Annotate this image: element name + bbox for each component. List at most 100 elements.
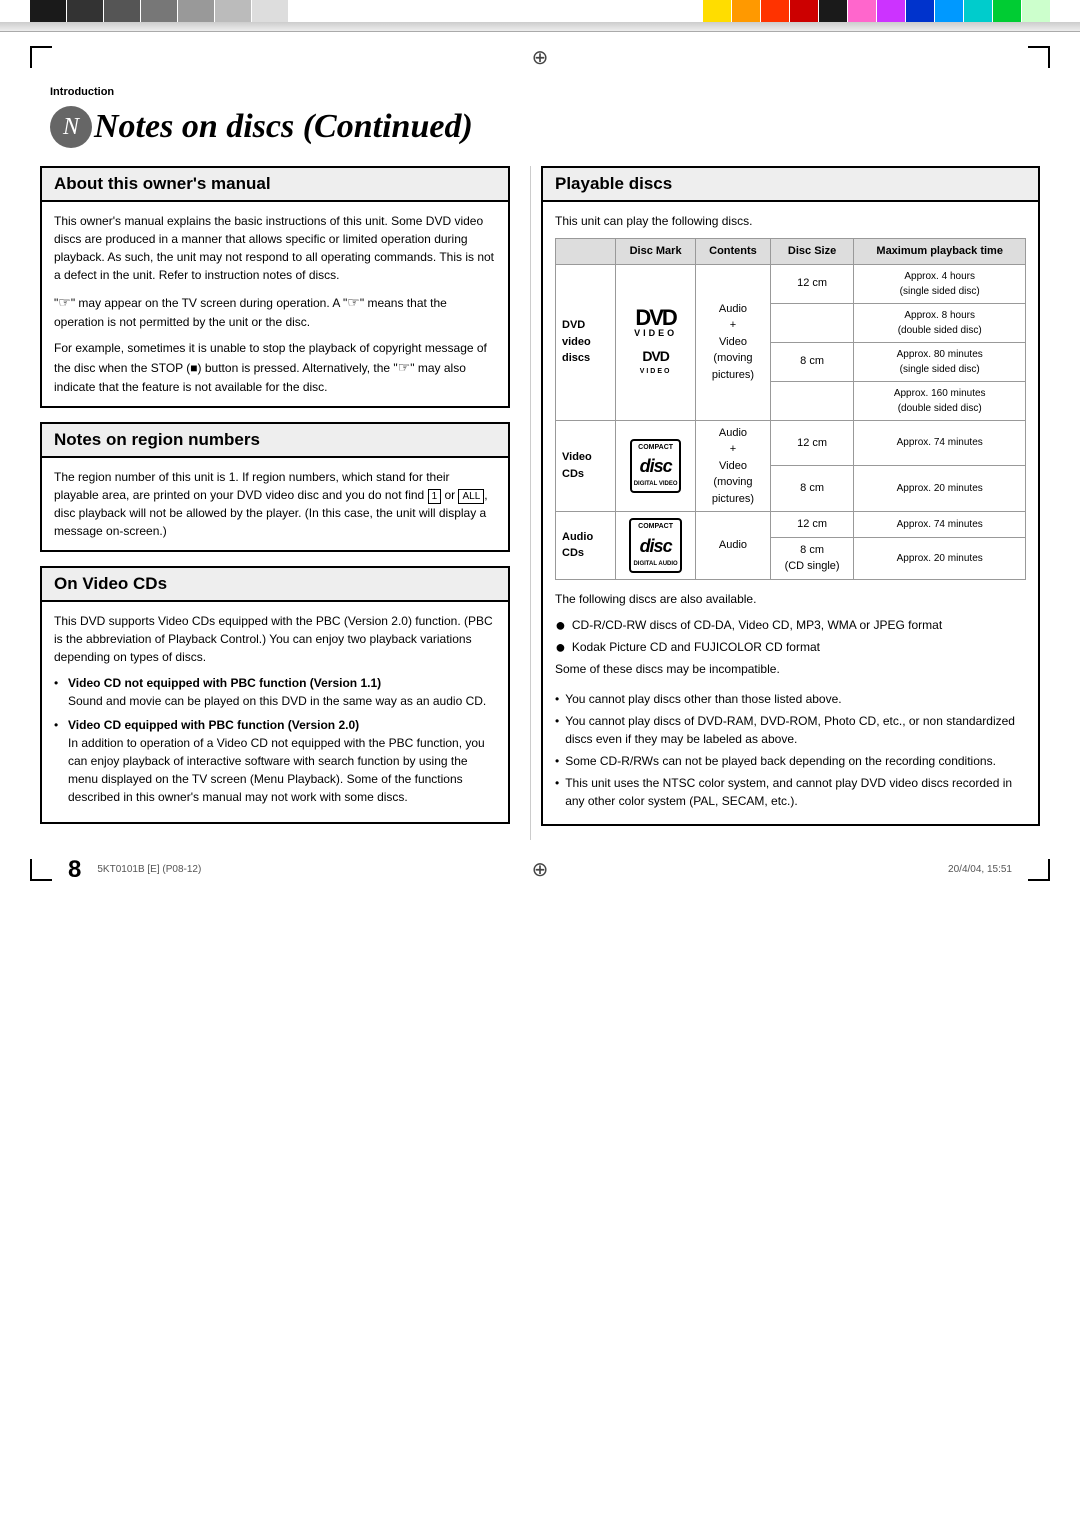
top-left-corner [30, 46, 52, 68]
following-discs-header: The following discs are also available. [555, 590, 1026, 608]
following-disc-1-text: CD-R/CD-RW discs of CD-DA, Video CD, MP3… [572, 616, 942, 634]
dvd-logo-small: DVD VIDEO [622, 346, 689, 378]
vcd-logo: COMPACT disc DIGITAL VIDEO [630, 439, 682, 494]
compact-text-a: COMPACT [633, 522, 677, 533]
about-para3: For example, sometimes it is unable to s… [54, 339, 496, 396]
following-disc-1: ● CD-R/CD-RW discs of CD-DA, Video CD, M… [555, 616, 1026, 634]
on-video-cds-section: On Video CDs This DVD supports Video CDs… [40, 566, 510, 824]
dvd-8cm-size: 8 cm [770, 342, 854, 381]
bottom-right-corner [1028, 859, 1050, 881]
left-column: About this owner's manual This owner's m… [40, 166, 530, 840]
following-discs: The following discs are also available. … [555, 590, 1026, 678]
dvd-mark: DVD VIDEO DVD VIDEO [616, 264, 696, 420]
color-block-r11 [993, 0, 1021, 22]
note-4: • This unit uses the NTSC color system, … [555, 774, 1026, 810]
region-numbers-content: The region number of this unit is 1. If … [42, 458, 508, 550]
pbc-v1-text: Sound and movie can be played on this DV… [68, 694, 486, 708]
note-2: • You cannot play discs of DVD-RAM, DVD-… [555, 712, 1026, 748]
th-contents: Contents [696, 239, 771, 265]
right-column: Playable discs This unit can play the fo… [530, 166, 1040, 840]
bottom-right: 20/4/04, 15:51 [948, 859, 1050, 881]
section-label: Introduction [0, 82, 1080, 98]
th-empty [556, 239, 616, 265]
about-manual-section: About this owner's manual This owner's m… [40, 166, 510, 408]
vcd-12cm-time: Approx. 74 minutes [854, 420, 1026, 466]
note-bullet-3: • [555, 752, 559, 770]
note-bullet-1: • [555, 690, 559, 708]
vcd-label: VideoCDs [556, 420, 616, 512]
color-block-r12 [1022, 0, 1050, 22]
color-block-1 [30, 0, 66, 22]
acd-12cm-size: 12 cm [770, 512, 854, 538]
acd-row-12cm: AudioCDs COMPACT disc DIGITAL AUDIO Audi… [556, 512, 1026, 538]
dvd-12cm-time2: Approx. 8 hours(double sided disc) [854, 303, 1026, 342]
about-para1: This owner's manual explains the basic i… [54, 212, 496, 284]
vcd-contents: Audio+Video(movingpictures) [696, 420, 771, 512]
color-block-4 [141, 0, 177, 22]
playable-intro: This unit can play the following discs. [555, 212, 1026, 230]
gradient-bar [0, 22, 1080, 32]
title-bubble: N [50, 106, 92, 148]
digital-video-text: DIGITAL VIDEO [634, 480, 678, 489]
bottom-frame: 8 5KT0101B [E] (P08-12) ⊕ 20/4/04, 15:51 [0, 840, 1080, 900]
th-disc-size: Disc Size [770, 239, 854, 265]
following-disc-2-text: Kodak Picture CD and FUJICOLOR CD format [572, 638, 820, 656]
video-cds-intro: This DVD supports Video CDs equipped wit… [54, 612, 496, 666]
dvd-12cm-size2 [770, 303, 854, 342]
color-block-r2 [732, 0, 760, 22]
acd-label: AudioCDs [556, 512, 616, 580]
dvd-row-12cm: DVDvideodiscs DVD VIDEO DVD VIDEO [556, 264, 1026, 303]
top-crosshair: ⊕ [532, 45, 549, 70]
dvd-12cm-time1: Approx. 4 hours(single sided disc) [854, 264, 1026, 303]
on-video-cds-content: This DVD supports Video CDs equipped wit… [42, 602, 508, 822]
page-title: Notes on discs (Continued) [94, 108, 473, 146]
pbc-v1-item: Video CD not equipped with PBC function … [54, 674, 496, 710]
page-title-area: N Notes on discs (Continued) [0, 98, 1080, 166]
color-block-r4 [790, 0, 818, 22]
disc-dot-1: ● [555, 616, 566, 634]
playable-discs-content: This unit can play the following discs. … [543, 202, 1038, 824]
region-para1: The region number of this unit is 1. If … [54, 468, 496, 540]
pbc-v2-item: Video CD equipped with PBC function (Ver… [54, 716, 496, 806]
note-bullet-2: • [555, 712, 559, 730]
note-2-text: You cannot play discs of DVD-RAM, DVD-RO… [565, 712, 1026, 748]
bottom-left-corner [30, 859, 52, 881]
color-block-6 [215, 0, 251, 22]
color-block-5 [178, 0, 214, 22]
note-bullet-4: • [555, 774, 559, 792]
disc-dot-2: ● [555, 638, 566, 656]
dvd-label: DVDvideodiscs [556, 264, 616, 420]
acd-8cm-size: 8 cm(CD single) [770, 537, 854, 579]
acd-mark: COMPACT disc DIGITAL AUDIO [616, 512, 696, 580]
footer-left-info: 5KT0101B [E] (P08-12) [97, 864, 201, 875]
top-right-corner [1028, 46, 1050, 68]
color-block-r10 [964, 0, 992, 22]
dvd-8cm-time2: Approx. 160 minutes(double sided disc) [854, 381, 1026, 420]
playable-discs-section: Playable discs This unit can play the fo… [541, 166, 1040, 826]
pbc-v2-text: In addition to operation of a Video CD n… [68, 736, 485, 804]
title-bubble-letter: N [63, 114, 79, 141]
playable-discs-title: Playable discs [543, 168, 1038, 202]
note-4-text: This unit uses the NTSC color system, an… [565, 774, 1026, 810]
top-frame: ⊕ [0, 32, 1080, 82]
compact-text: COMPACT [634, 443, 678, 454]
about-manual-title: About this owner's manual [42, 168, 508, 202]
incompatible-note: Some of these discs may be incompatible. [555, 660, 1026, 678]
disc-text: disc [634, 453, 678, 480]
dvd-contents: Audio+Video(movingpictures) [696, 264, 771, 420]
acd-contents: Audio [696, 512, 771, 580]
color-block-r8 [906, 0, 934, 22]
acd-8cm-time: Approx. 20 minutes [854, 537, 1026, 579]
color-block-r7 [877, 0, 905, 22]
bottom-left: 8 5KT0101B [E] (P08-12) [30, 856, 201, 884]
pbc-v1-title: Video CD not equipped with PBC function … [68, 676, 381, 690]
note-3: • Some CD-R/RWs can not be played back d… [555, 752, 1026, 770]
dvd-8cm-size2 [770, 381, 854, 420]
pbc-v2-title: Video CD equipped with PBC function (Ver… [68, 718, 359, 732]
color-block-2 [67, 0, 103, 22]
region-numbers-title: Notes on region numbers [42, 424, 508, 458]
vcd-row-12cm: VideoCDs COMPACT disc DIGITAL VIDEO Audi… [556, 420, 1026, 466]
region-numbers-section: Notes on region numbers The region numbe… [40, 422, 510, 552]
note-1-text: You cannot play discs other than those l… [565, 690, 841, 708]
vcd-mark: COMPACT disc DIGITAL VIDEO [616, 420, 696, 512]
